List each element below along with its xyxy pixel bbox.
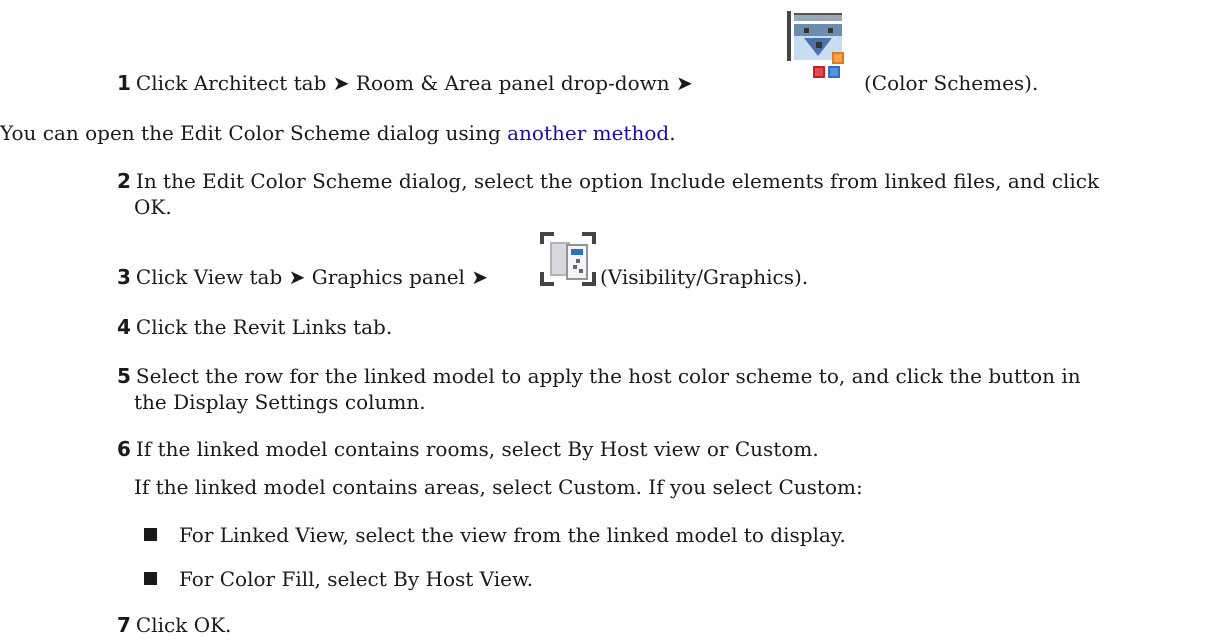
bullet-text: For Linked View, select the view from th… — [179, 523, 846, 547]
step-text: If the linked model contains rooms, sele… — [135, 437, 819, 461]
note-suffix: . — [669, 121, 676, 145]
step-6: 6 If the linked model contains rooms, sel… — [117, 436, 819, 462]
step-5: 5 Select the row for the linked model to … — [117, 363, 1081, 389]
alternate-method-note: You can open the Edit Color Scheme dialo… — [0, 120, 676, 146]
step-1-suffix: (Color Schemes). — [864, 71, 1039, 95]
bullet-square-icon — [144, 528, 157, 541]
step-number: 3 — [117, 265, 131, 289]
step-4: 4 Click the Revit Links tab. — [117, 314, 392, 340]
step-3: 3 Click View tab ➤ Graphics panel ➤ — [117, 264, 488, 290]
note-text: You can open the Edit Color Scheme dialo… — [0, 121, 508, 145]
step-6-sub: If the linked model contains areas, sele… — [134, 475, 863, 499]
step-text: In the Edit Color Scheme dialog, select … — [135, 169, 1100, 193]
step-number: 7 — [117, 613, 131, 637]
step-7: 7 Click OK. — [117, 612, 231, 638]
step-text: Click Architect tab ➤ Room & Area panel … — [135, 71, 693, 95]
step-number: 4 — [117, 315, 131, 339]
step-text: Select the row for the linked model to a… — [135, 364, 1081, 388]
step-number: 6 — [117, 437, 131, 461]
step-2-cont: OK. — [134, 195, 172, 219]
step-1: 1 Click Architect tab ➤ Room & Area panel… — [117, 70, 693, 96]
step-3-suffix: (Visibility/Graphics). — [600, 265, 809, 289]
step-text: Click View tab ➤ Graphics panel ➤ — [135, 265, 489, 289]
bullet-square-icon — [144, 572, 157, 585]
color-schemes-icon — [787, 11, 844, 78]
step-2: 2 In the Edit Color Scheme dialog, select… — [117, 168, 1099, 194]
step-text: Click OK. — [135, 613, 232, 637]
step-text: Click the Revit Links tab. — [135, 315, 393, 339]
another-method-link[interactable]: another method — [507, 121, 669, 145]
visibility-graphics-icon — [540, 232, 596, 286]
step-number: 1 — [117, 71, 131, 95]
bullet-item: For Color Fill, select By Host View. — [144, 566, 533, 592]
bullet-text: For Color Fill, select By Host View. — [179, 567, 534, 591]
bullet-item: For Linked View, select the view from th… — [144, 522, 846, 548]
step-number: 5 — [117, 364, 131, 388]
step-5-cont: the Display Settings column. — [134, 390, 426, 414]
step-number: 2 — [117, 169, 131, 193]
